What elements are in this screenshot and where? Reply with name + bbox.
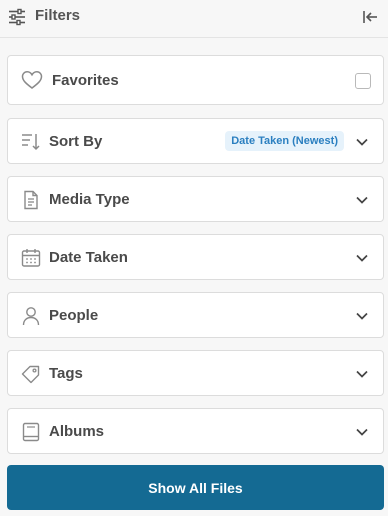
tag-icon [21,364,41,384]
sort-by-label: Sort By [49,133,103,150]
people-filter[interactable]: People [7,292,384,338]
chevron-down-icon[interactable] [355,193,369,207]
sort-icon [21,132,41,152]
sort-value-badge: Date Taken (Newest) [225,131,344,151]
chevron-down-icon[interactable] [355,425,369,439]
people-label: People [49,307,99,324]
tags-filter[interactable]: Tags [7,350,384,396]
sort-by-filter[interactable]: Sort By Date Taken (Newest) [7,118,384,164]
tags-label: Tags [49,365,83,382]
chevron-down-icon[interactable] [355,135,369,149]
sliders-icon [8,8,26,26]
albums-filter[interactable]: Albums [7,408,384,454]
panel-title: Filters [35,7,81,24]
heart-icon [21,70,43,90]
filters-header: Filters [0,0,388,38]
chevron-down-icon[interactable] [355,367,369,381]
filters-panel: Filters Favorites Sort By Date Taken (Ne… [0,0,388,516]
chevron-down-icon[interactable] [355,251,369,265]
albums-label: Albums [49,423,105,440]
person-icon [21,306,41,326]
favorites-filter[interactable]: Favorites [7,55,384,105]
date-taken-label: Date Taken [49,249,128,266]
calendar-icon [21,248,41,268]
chevron-down-icon[interactable] [355,309,369,323]
media-type-filter[interactable]: Media Type [7,176,384,222]
album-icon [21,422,41,442]
favorites-label: Favorites [52,72,119,89]
favorites-checkbox[interactable] [355,73,371,89]
document-icon [21,190,41,210]
date-taken-filter[interactable]: Date Taken [7,234,384,280]
media-type-label: Media Type [49,191,130,208]
show-all-files-button[interactable]: Show All Files [7,465,384,510]
collapse-panel-icon[interactable] [362,9,378,25]
